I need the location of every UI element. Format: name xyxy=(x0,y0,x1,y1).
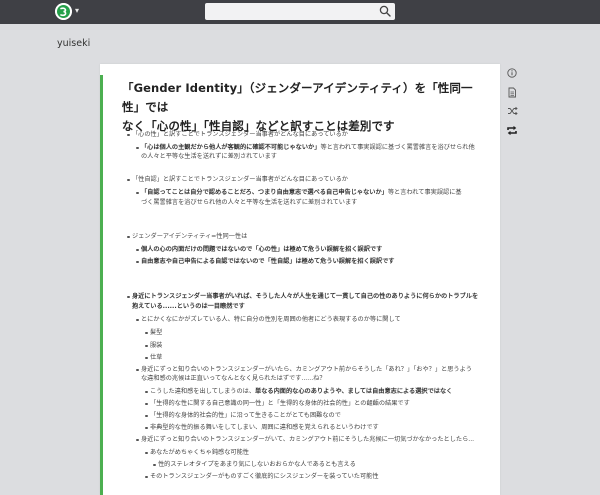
bullet-dot xyxy=(136,318,139,321)
bullet-dot xyxy=(153,463,156,466)
bold-text: 個人の心の内面だけの問題ではないので「心の性」は極めて危うい誤解を招く誤訳です xyxy=(141,246,383,253)
content-line: 「心の性」と訳すことでトランスジェンダー当事者がどんな目にあっているか xyxy=(132,130,348,139)
content-line: 抱えている......というのは一目瞭然です xyxy=(132,302,245,311)
content-line: 仕草 xyxy=(150,353,162,362)
text-span: そのトランスジェンダーがものすごく徹底的にシスジェンダーを装っていた可能性 xyxy=(150,473,379,480)
text-span: の人々と平等な生活を送れずに差別されています xyxy=(141,153,277,160)
content-line: 「自認ってことは自分で認めることだろ、つまり自由意志で選べる自己申告じゃないか」… xyxy=(141,188,462,197)
content-line: 身近にずっと知り合いのトランスジェンダーがいて、カミングアウト前にそうした兆候に… xyxy=(141,435,474,444)
text-span: 髪型 xyxy=(150,329,163,336)
bullet-dot xyxy=(145,390,148,393)
text-span: あなたがめちゃくちゃ鈍感な可能性 xyxy=(150,449,249,456)
bullet-dot xyxy=(136,260,139,263)
content-line: そのトランスジェンダーがものすごく徹底的にシスジェンダーを装っていた可能性 xyxy=(150,472,379,481)
bullet-dot xyxy=(127,235,130,238)
content-line: あなたがめちゃくちゃ鈍感な可能性 xyxy=(150,448,249,457)
bold-text: 抱えている......というのは一目瞭然です xyxy=(132,303,245,310)
text-span: 身近にずっと知り合いのトランスジェンダーがいて、カミングアウト前にそうした兆候に… xyxy=(141,436,475,443)
text-span: 身近にずっと知り合いのトランスジェンダーがいたら、カミングアウト前からそうした「… xyxy=(141,366,472,373)
text-span: 服装 xyxy=(150,342,163,349)
bold-text: 身近にトランスジェンダー当事者がいれば、そうした人々が人生を通じて一貫して自己の… xyxy=(132,293,479,300)
bullet-dot xyxy=(145,426,148,429)
bullet-dot xyxy=(145,414,148,417)
content-line: ジェンダーアイデンティティ=性同一性は xyxy=(132,232,247,241)
content-line: の人々と平等な生活を送れずに差別されています xyxy=(141,152,277,161)
page-title-line-1: 「Gender Identity」（ジェンダーアイデンティティ）を「性同一性」で… xyxy=(122,81,473,114)
bullet-dot xyxy=(145,475,148,478)
bullet-dot xyxy=(136,248,139,251)
search-icon[interactable] xyxy=(379,5,391,17)
bullet-dot xyxy=(127,133,130,136)
bold-text: 「自認ってことは自分で認めることだろ、つまり自由意志で選べる自己申告じゃないか」 xyxy=(141,189,388,196)
text-span: 非典型的な性的振る舞いをしてしまい、周囲に違和感を覚えられるというわけです xyxy=(150,424,379,431)
content-line: 非典型的な性的振る舞いをしてしまい、周囲に違和感を覚えられるというわけです xyxy=(150,423,379,432)
content-line: 服装 xyxy=(150,341,162,350)
bullet-dot xyxy=(145,402,148,405)
line-indicator-bar xyxy=(100,75,103,495)
page-body: 「Gender Identity」（ジェンダーアイデンティティ）を「性同一性」で… xyxy=(100,64,500,495)
shuffle-icon[interactable] xyxy=(505,104,519,118)
text-span: 「生得的な性に関する自己意識の同一性」と「生得的な身体的社会的性」との齟齬の結果… xyxy=(150,400,410,407)
document-icon[interactable] xyxy=(505,85,519,99)
content-line: 「生得的な身体的社会的性」に沿って生きることがとても困難なので xyxy=(150,411,341,420)
bullet-dot xyxy=(136,191,139,194)
bullet-dot xyxy=(136,438,139,441)
content-line: 「性自認」と訳すことでトランスジェンダー当事者がどんな目にあっているか xyxy=(132,175,348,184)
text-span: こうした違和感を出してしまうのは、 xyxy=(150,388,256,395)
project-name[interactable]: yuiseki xyxy=(57,38,90,49)
bullet-dot xyxy=(145,451,148,454)
content-line: とにかくなにかがズレている人、特に自分の性別を周囲の他者にどう表現するのか等に関… xyxy=(141,315,401,324)
content-line: 自由意志や自己申告による自認ではないので「性自認」は極めて危うい誤解を招く誤訳で… xyxy=(141,257,395,266)
top-navbar: ▾ xyxy=(0,0,600,24)
app-logo-icon[interactable] xyxy=(55,3,72,20)
info-icon[interactable] xyxy=(505,66,519,80)
content-line: 「生得的な性に関する自己意識の同一性」と「生得的な身体的社会的性」との齟齬の結果… xyxy=(150,399,410,408)
bullet-dot xyxy=(145,331,148,334)
content-line: な違和感の兆候は正直いってなんとなく見られたはずです......ね？ xyxy=(141,374,326,383)
text-span: 等と言われて事実誤認に基づく罵詈雑言を浴びせられ他 xyxy=(320,144,475,151)
bold-text: 単なる内面的な心のありようや、ましては自由意志による選択ではなく xyxy=(255,388,453,395)
bullet-dot xyxy=(127,295,130,298)
bullet-dot xyxy=(145,344,148,347)
content-line: 「心は個人の主観だから他人が客観的に確認不可能じゃないか」等と言われて事実誤認に… xyxy=(141,143,475,152)
text-span: な違和感の兆候は正直いってなんとなく見られたはずです......ね？ xyxy=(141,375,326,382)
content-line: こうした違和感を出してしまうのは、単なる内面的な心のありようや、ましては自由意志… xyxy=(150,387,452,396)
content-line: 身近にトランスジェンダー当事者がいれば、そうした人々が人生を通じて一貫して自己の… xyxy=(132,292,478,301)
text-span: 仕草 xyxy=(150,354,163,361)
page-title: 「Gender Identity」（ジェンダーアイデンティティ）を「性同一性」で… xyxy=(122,79,482,136)
search-input[interactable] xyxy=(205,3,395,20)
bullet-dot xyxy=(136,368,139,371)
content-line: 髪型 xyxy=(150,328,162,337)
bullet-dot xyxy=(136,146,139,149)
text-span: 「心の性」と訳すことでトランスジェンダー当事者がどんな目にあっているか xyxy=(132,131,348,138)
text-span: 性的ステレオタイプをあまり気にしないおおらかな人であるとも言える xyxy=(158,461,356,468)
repeat-icon[interactable] xyxy=(505,123,519,137)
chevron-down-icon[interactable]: ▾ xyxy=(75,5,79,17)
text-span: 「性自認」と訳すことでトランスジェンダー当事者がどんな目にあっているか xyxy=(132,176,348,183)
text-span: ジェンダーアイデンティティ=性同一性は xyxy=(132,233,248,240)
text-span: 等と言われて事実誤認に基 xyxy=(387,189,462,196)
content-line: 身近にずっと知り合いのトランスジェンダーがいたら、カミングアウト前からそうした「… xyxy=(141,365,472,374)
content-line: づく罵詈雑言を浴びせられ他の人々と平等な生活を送れずに差別されています xyxy=(141,198,357,207)
content-line: 性的ステレオタイプをあまり気にしないおおらかな人であるとも言える xyxy=(158,460,356,469)
bold-text: 「心は個人の主観だから他人が客観的に確認不可能じゃないか」 xyxy=(141,144,321,151)
bullet-dot xyxy=(127,178,130,181)
text-span: とにかくなにかがズレている人、特に自分の性別を周囲の他者にどう表現するのか等に関… xyxy=(141,316,401,323)
content-line: 個人の心の内面だけの問題ではないので「心の性」は極めて危うい誤解を招く誤訳です xyxy=(141,245,382,254)
bullet-dot xyxy=(145,356,148,359)
bold-text: 自由意志や自己申告による自認ではないので「性自認」は極めて危うい誤解を招く誤訳で… xyxy=(141,258,395,265)
text-span: づく罵詈雑言を浴びせられ他の人々と平等な生活を送れずに差別されています xyxy=(141,199,358,206)
text-span: 「生得的な身体的社会的性」に沿って生きることがとても困難なので xyxy=(150,412,341,419)
